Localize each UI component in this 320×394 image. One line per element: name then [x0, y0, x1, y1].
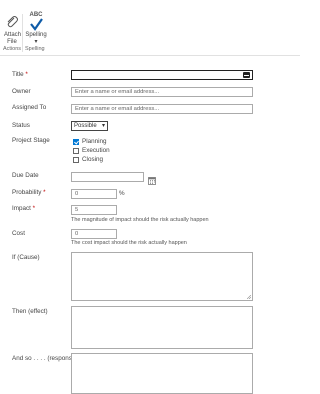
owner-label: Owner	[12, 88, 31, 95]
stage-option-label: Planning	[82, 138, 107, 145]
required-marker: *	[25, 71, 28, 78]
percent-suffix: %	[119, 190, 125, 197]
owner-input[interactable]: Enter a name or email address...	[71, 87, 253, 97]
required-marker: *	[32, 205, 36, 212]
impact-input[interactable]: 5	[71, 205, 117, 215]
assigned-to-label: Assigned To	[12, 104, 47, 111]
cost-input[interactable]: 0	[71, 229, 117, 239]
paperclip-icon	[4, 14, 20, 31]
impact-label-text: Impact	[12, 205, 31, 212]
chevron-down-icon: ▾	[34, 38, 38, 45]
probability-input[interactable]: 0	[71, 189, 117, 199]
title-field-button[interactable]	[243, 72, 250, 78]
stage-option-label: Execution	[82, 147, 110, 154]
spelling-icon: ABC	[28, 12, 44, 31]
then-effect-label: Then (effect)	[12, 308, 48, 315]
stage-option-closing[interactable]: Closing	[73, 156, 103, 163]
probability-label: Probability *	[12, 189, 46, 196]
impact-label: Impact *	[12, 205, 35, 212]
title-label: Title *	[12, 71, 28, 78]
cost-label: Cost	[12, 230, 25, 237]
stage-option-label: Closing	[82, 156, 103, 163]
attach-file-button[interactable]: Attach File	[3, 14, 21, 45]
if-cause-label: If (Cause)	[12, 254, 40, 261]
stage-option-planning[interactable]: Planning	[73, 138, 107, 145]
then-effect-textarea[interactable]	[71, 306, 253, 349]
and-so-response-label: And so . . . . (response)	[12, 355, 78, 362]
due-date-label: Due Date	[12, 172, 39, 179]
if-cause-textarea[interactable]	[71, 252, 253, 301]
attach-file-label: Attach File	[4, 32, 22, 45]
group-label-spelling: Spelling	[25, 46, 45, 52]
calendar-icon[interactable]	[148, 172, 156, 185]
stage-option-execution[interactable]: Execution	[73, 147, 110, 154]
spelling-button[interactable]: ABC Spelling ▾	[25, 12, 47, 45]
assigned-to-input[interactable]: Enter a name or email address...	[71, 104, 253, 114]
checkbox[interactable]	[73, 156, 79, 163]
title-input[interactable]	[71, 70, 253, 80]
checkbox[interactable]	[73, 147, 79, 154]
status-value: Possible	[74, 123, 97, 129]
group-label-actions: Actions	[3, 46, 22, 52]
due-date-input[interactable]	[71, 172, 144, 182]
probability-label-text: Probability	[12, 189, 42, 196]
status-label: Status	[12, 122, 30, 129]
resize-grip-icon[interactable]	[247, 295, 251, 299]
project-stage-label: Project Stage	[12, 137, 50, 144]
chevron-down-icon: ▾	[101, 123, 105, 129]
checkbox-checked[interactable]	[73, 138, 79, 145]
ribbon: Attach File ABC Spelling ▾ Actions Spell…	[0, 0, 300, 56]
impact-hint: The magnitude of impact should the risk …	[71, 217, 209, 223]
status-select[interactable]: Possible ▾	[71, 121, 108, 131]
title-label-text: Title	[12, 71, 24, 78]
required-marker: *	[43, 189, 46, 196]
cost-hint: The cost impact should the risk actually…	[71, 240, 187, 246]
ribbon-separator	[22, 14, 23, 52]
and-so-response-textarea[interactable]	[71, 353, 253, 394]
